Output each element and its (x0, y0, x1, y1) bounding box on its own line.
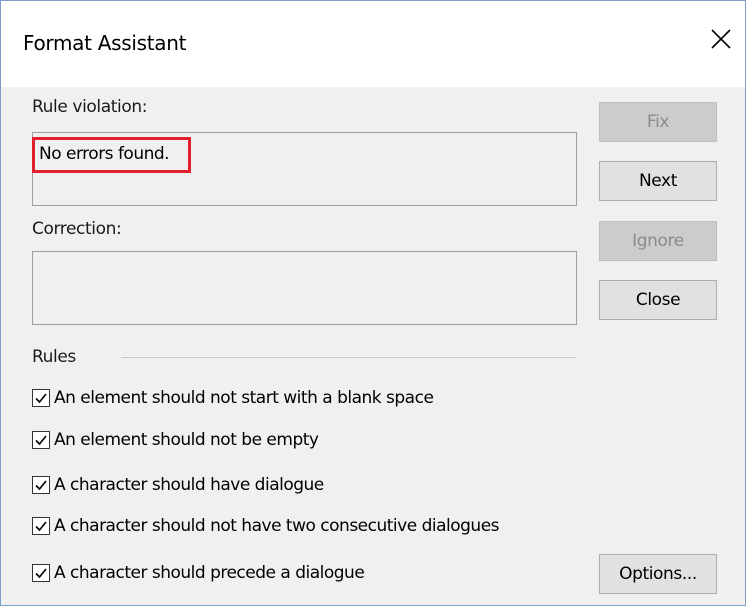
options-button[interactable]: Options... (599, 554, 717, 594)
rule-checkbox[interactable] (32, 431, 50, 449)
close-button[interactable]: Close (599, 280, 717, 320)
rule-item[interactable]: A character should precede a dialogue (32, 561, 365, 585)
correction-label: Correction: (32, 219, 122, 239)
rule-checkbox[interactable] (32, 564, 50, 582)
checkmark-icon (35, 568, 47, 579)
rule-item[interactable]: A character should have dialogue (32, 473, 324, 497)
rule-label: A character should precede a dialogue (54, 563, 365, 583)
rule-label: A character should not have two consecut… (54, 516, 500, 536)
dialog-title: Format Assistant (23, 31, 187, 55)
rule-label: An element should not be empty (54, 430, 319, 450)
checkmark-icon (35, 393, 47, 404)
rule-item[interactable]: An element should not start with a blank… (32, 386, 434, 410)
checkmark-icon (35, 435, 47, 446)
rule-label: An element should not start with a blank… (54, 388, 434, 408)
rule-checkbox[interactable] (32, 517, 50, 535)
rule-item[interactable]: A character should not have two consecut… (32, 514, 500, 538)
close-icon (711, 29, 731, 49)
rule-label: A character should have dialogue (54, 475, 324, 495)
checkmark-icon (35, 480, 47, 491)
correction-field[interactable] (32, 251, 577, 325)
format-assistant-dialog: Format Assistant Rule violation: No erro… (0, 0, 746, 606)
rule-checkbox[interactable] (32, 476, 50, 494)
violation-highlight-box (32, 137, 191, 173)
rule-checkbox[interactable] (32, 389, 50, 407)
rules-group-label: Rules (32, 347, 76, 367)
title-bar: Format Assistant (1, 1, 745, 87)
next-button[interactable]: Next (599, 161, 717, 201)
ignore-button[interactable]: Ignore (599, 221, 717, 261)
checkmark-icon (35, 521, 47, 532)
rule-violation-label: Rule violation: (32, 97, 148, 117)
rule-item[interactable]: An element should not be empty (32, 428, 319, 452)
rules-group-divider (121, 357, 576, 358)
fix-button[interactable]: Fix (599, 102, 717, 142)
close-window-button[interactable] (701, 19, 741, 59)
